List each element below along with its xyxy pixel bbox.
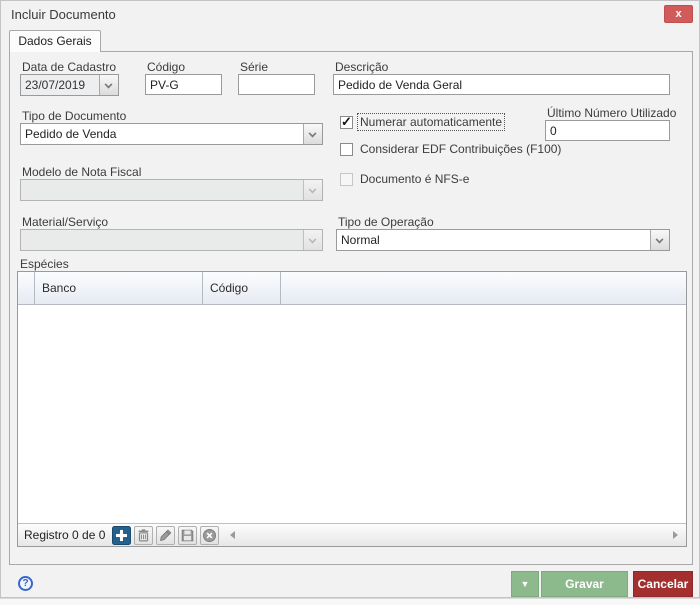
material-servico-dropdown-button (303, 230, 322, 250)
tipo-documento-dropdown[interactable]: Pedido de Venda (20, 123, 323, 145)
descricao-input[interactable] (333, 74, 670, 95)
especies-label: Espécies (20, 257, 69, 271)
row-indicator-column-header (18, 272, 35, 304)
banco-column-header[interactable]: Banco (35, 272, 203, 304)
tipo-operacao-label: Tipo de Operação (338, 215, 434, 229)
add-record-icon[interactable] (112, 525, 132, 545)
scroll-left-icon[interactable] (230, 531, 236, 539)
window-bottom-edge (0, 598, 700, 605)
title-bar: Incluir Documento x (1, 1, 699, 29)
tipo-operacao-value: Normal (341, 233, 380, 247)
modelo-nota-fiscal-label: Modelo de Nota Fiscal (22, 165, 142, 179)
data-cadastro-dropdown[interactable]: 23/07/2019 (20, 74, 119, 96)
filler-column-header (281, 272, 686, 304)
serie-input[interactable] (238, 74, 315, 95)
documento-nfse-label: Documento é NFS-e (360, 172, 470, 186)
incluir-documento-dialog: Incluir Documento x Dados Gerais Data de… (0, 0, 700, 598)
data-cadastro-dropdown-button[interactable] (99, 75, 118, 95)
ultimo-numero-label: Último Número Utilizado (547, 106, 677, 120)
especies-grid-toolbar: Registro 0 de 0 (18, 523, 686, 546)
chevron-down-icon (308, 185, 317, 194)
chevron-down-icon (104, 80, 113, 89)
chevron-down-icon (308, 235, 317, 244)
material-servico-dropdown (20, 229, 323, 251)
data-cadastro-label: Data de Cadastro (22, 60, 117, 74)
ultimo-numero-input[interactable] (545, 120, 670, 141)
documento-nfse-row: Documento é NFS-e (340, 171, 471, 187)
numerar-automaticamente-checkbox[interactable] (340, 114, 353, 130)
gravar-options-dropdown-button[interactable]: ▼ (511, 571, 539, 597)
codigo-input[interactable] (145, 74, 222, 95)
close-button[interactable]: x (664, 5, 693, 23)
codigo-label: Código (147, 60, 186, 74)
screen: Incluir Documento x Dados Gerais Data de… (0, 0, 700, 605)
documento-nfse-checkbox (340, 172, 353, 186)
dados-gerais-panel: Data de Cadastro 23/07/2019 Código Série… (9, 51, 693, 565)
edf-contribuicoes-label[interactable]: Considerar EDF Contribuições (F100) (358, 141, 563, 157)
numerar-automaticamente-row: Numerar automaticamente (340, 113, 506, 131)
especies-grid-body[interactable] (18, 305, 686, 523)
delete-record-icon (134, 525, 154, 545)
help-icon[interactable]: ? (18, 576, 33, 591)
dialog-title: Incluir Documento (11, 7, 116, 22)
modelo-nota-fiscal-dropdown (20, 179, 323, 201)
modelo-nota-fiscal-dropdown-button (303, 180, 322, 200)
especies-grid: Banco Código Registro 0 de 0 (17, 271, 687, 547)
codigo-column-header[interactable]: Código (203, 272, 281, 304)
save-record-icon (178, 525, 198, 545)
scroll-right-icon[interactable] (673, 531, 678, 539)
edf-contribuicoes-row: Considerar EDF Contribuições (F100) (340, 141, 563, 157)
tipo-operacao-dropdown-button[interactable] (650, 230, 669, 250)
especies-grid-header: Banco Código (18, 272, 686, 305)
serie-label: Série (240, 60, 269, 74)
tab-dados-gerais[interactable]: Dados Gerais (9, 30, 101, 52)
cancelar-button[interactable]: Cancelar (633, 571, 693, 597)
material-servico-label: Material/Serviço (22, 215, 109, 229)
tipo-documento-value: Pedido de Venda (25, 127, 117, 141)
chevron-down-icon (308, 129, 317, 138)
data-cadastro-value: 23/07/2019 (25, 78, 86, 92)
edf-contribuicoes-checkbox[interactable] (340, 142, 353, 156)
chevron-down-icon (655, 235, 664, 244)
tipo-documento-label: Tipo de Documento (22, 109, 127, 123)
record-count-status: Registro 0 de 0 (24, 528, 106, 542)
gravar-button[interactable]: Gravar (541, 571, 628, 597)
descricao-label: Descrição (335, 60, 389, 74)
tipo-documento-dropdown-button[interactable] (303, 124, 322, 144)
material-servico-value (21, 230, 303, 250)
edit-record-icon (156, 525, 176, 545)
tipo-operacao-dropdown[interactable]: Normal (336, 229, 670, 251)
numerar-automaticamente-label[interactable]: Numerar automaticamente (356, 113, 506, 131)
cancel-edit-icon (200, 525, 220, 545)
modelo-nota-fiscal-value (21, 180, 303, 200)
